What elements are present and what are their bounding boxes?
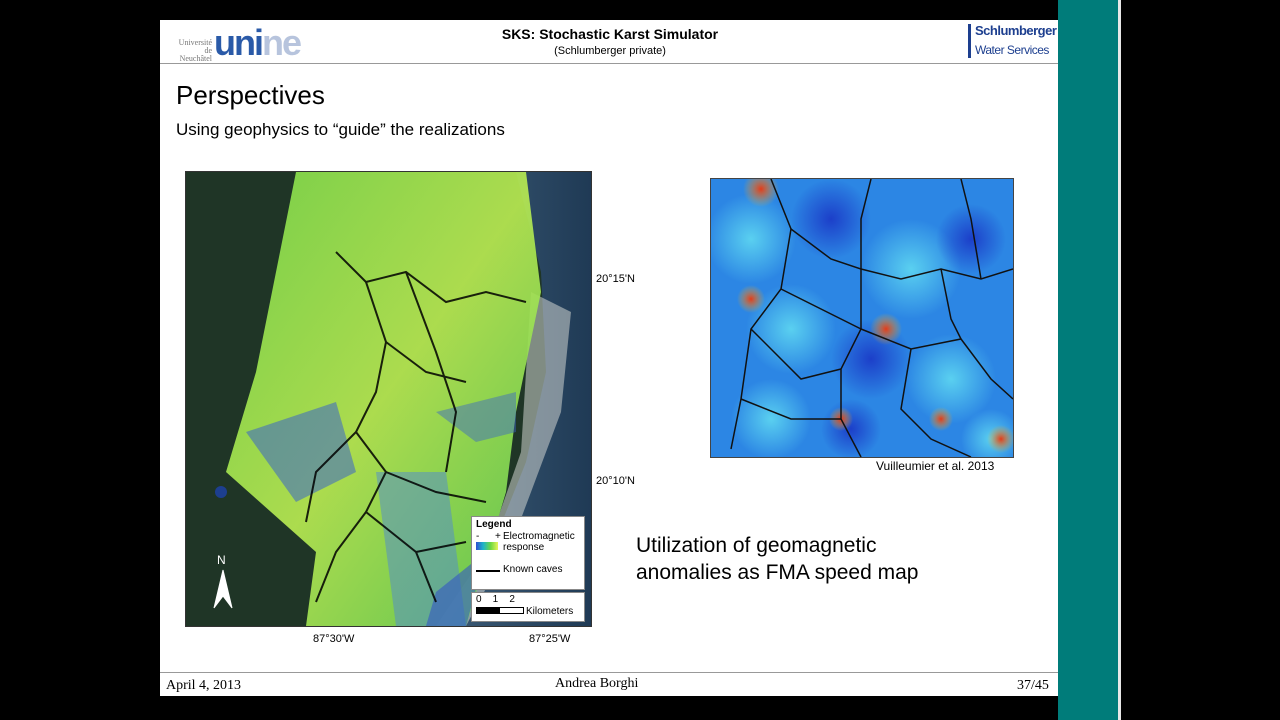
scale-numbers: 0 1 2: [476, 594, 515, 605]
north-label: N: [217, 553, 226, 567]
legend-cave-line: [476, 570, 500, 572]
footer-author: Andrea Borghi: [555, 676, 639, 691]
legend-caves-label: Known caves: [503, 564, 563, 575]
slide-subtitle: Using geophysics to “guide” the realizat…: [176, 120, 505, 139]
legend-em-label: Electromagnetic response: [503, 531, 575, 553]
schlumberger-logo: Schlumberger: [975, 23, 1057, 38]
university-small-text: Université de Neuchâtel: [178, 38, 212, 63]
water-services-label: Water Services: [975, 43, 1049, 57]
header-title: SKS: Stochastic Karst Simulator: [501, 26, 719, 42]
legend-title: Legend: [476, 519, 512, 530]
slide: Université de Neuchâtel unine SKS: Stoch…: [160, 20, 1058, 696]
footer-date: April 4, 2013: [166, 678, 242, 693]
footer-divider: [160, 672, 1058, 673]
speed-map-graphic: [711, 179, 1013, 457]
lon-label-2: 87°25'W: [529, 633, 571, 645]
lat-label-2: 20°10'N: [596, 475, 635, 487]
header-divider: [160, 63, 1058, 64]
footer-page-number: 37/45: [1017, 678, 1049, 693]
unine-logo-u: uni: [214, 22, 264, 63]
unine-logo-ne: ne: [261, 22, 302, 63]
statement-line-2: anomalies as FMA speed map: [636, 561, 919, 584]
statement-line-1: Utilization of geomagnetic: [636, 534, 877, 557]
legend-color-bar: [476, 542, 498, 550]
schlumberger-logo-bar: [968, 24, 971, 58]
statement-text: Utilization of geomagnetic anomalies as …: [636, 532, 918, 586]
teal-side-panel: [1058, 0, 1118, 720]
header-subtitle: (Schlumberger private): [554, 45, 666, 57]
side-panel-edge: [1118, 0, 1121, 720]
map-legend: Legend - + Electromagnetic response Know…: [471, 516, 585, 590]
north-arrow-icon: N: [213, 553, 233, 609]
legend-plus: +: [495, 531, 501, 542]
legend-minus: -: [476, 531, 480, 542]
geophysics-map: N Legend - + Electromagnetic response Kn…: [185, 171, 592, 627]
lat-label-1: 20°15'N: [596, 273, 635, 285]
speed-map-image: [710, 178, 1014, 458]
unine-logo: unine: [214, 22, 302, 63]
scale-bar-graphic: [476, 607, 524, 614]
map-scale-bar: 0 1 2 Kilometers: [471, 592, 585, 622]
slide-title: Perspectives: [176, 80, 325, 110]
lon-label-1: 87°30'W: [313, 633, 355, 645]
citation: Vuilleumier et al. 2013: [876, 459, 995, 473]
slide-header: Université de Neuchâtel unine SKS: Stoch…: [160, 20, 1058, 64]
scale-unit: Kilometers: [526, 606, 574, 617]
